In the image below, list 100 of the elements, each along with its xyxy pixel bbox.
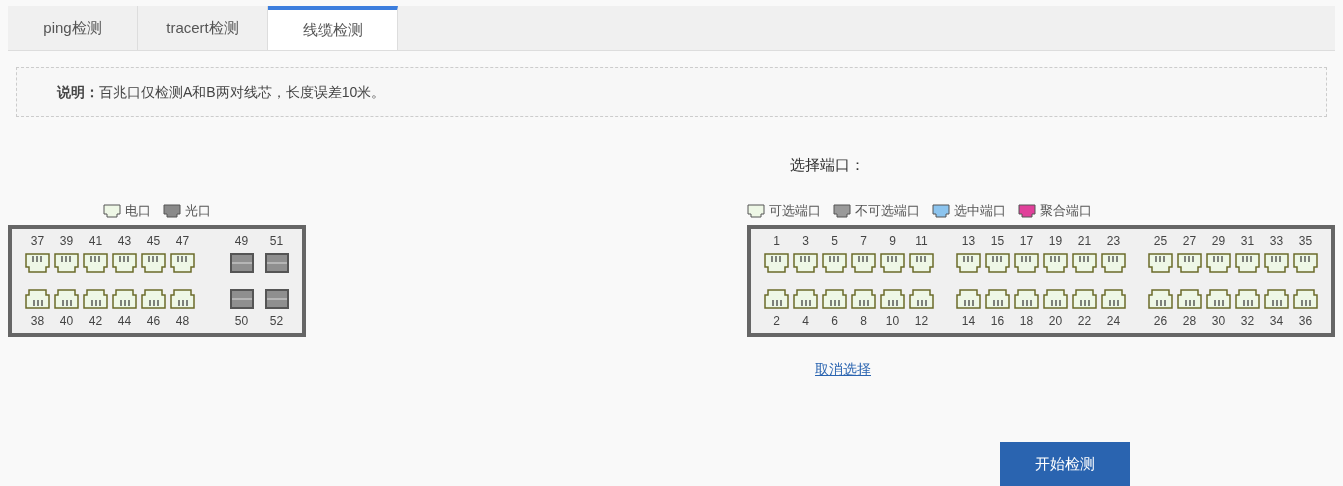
port-number: 18 <box>1019 312 1034 329</box>
port-number: 43 <box>117 232 132 249</box>
optical-port-icon[interactable] <box>264 252 289 273</box>
ethernet-port-icon[interactable] <box>1206 252 1231 273</box>
ethernet-port-icon[interactable] <box>1043 288 1068 309</box>
port-number: 15 <box>990 232 1005 249</box>
port-number: 25 <box>1153 232 1168 249</box>
ethernet-port-icon[interactable] <box>25 288 50 309</box>
ethernet-port-icon[interactable] <box>1148 288 1173 309</box>
port-number: 7 <box>860 232 867 249</box>
ethernet-port-icon[interactable] <box>985 252 1010 273</box>
start-check-button[interactable]: 开始检测 <box>1000 442 1130 486</box>
port-number: 44 <box>117 312 132 329</box>
port-number: 6 <box>831 312 838 329</box>
port-number: 14 <box>961 312 976 329</box>
port-number: 28 <box>1182 312 1197 329</box>
ethernet-port-icon[interactable] <box>1014 288 1039 309</box>
ethernet-port-icon[interactable] <box>1235 288 1260 309</box>
ethernet-port-icon[interactable] <box>1101 288 1126 309</box>
note-text: 说明：百兆口仅检测A和B两对线芯，长度误差10米。 <box>57 84 386 100</box>
ethernet-port-icon[interactable] <box>909 252 934 273</box>
port-number: 36 <box>1298 312 1313 329</box>
port-number: 27 <box>1182 232 1197 249</box>
port-number: 35 <box>1298 232 1313 249</box>
ethernet-port-icon[interactable] <box>83 288 108 309</box>
ethernet-port-icon[interactable] <box>1177 252 1202 273</box>
port-number: 10 <box>885 312 900 329</box>
ethernet-port-icon[interactable] <box>1293 288 1318 309</box>
ethernet-port-icon[interactable] <box>851 252 876 273</box>
cancel-selection-link[interactable]: 取消选择 <box>815 360 871 377</box>
legend-label: 电口 <box>125 202 151 220</box>
port-number: 8 <box>860 312 867 329</box>
ethernet-port-icon[interactable] <box>1072 252 1097 273</box>
port-legend-icon <box>103 203 121 218</box>
port-number: 22 <box>1077 312 1092 329</box>
ethernet-port-icon[interactable] <box>170 288 195 309</box>
port-number: 20 <box>1048 312 1063 329</box>
ethernet-port-icon[interactable] <box>83 252 108 273</box>
ethernet-port-icon[interactable] <box>764 288 789 309</box>
optical-port-icon[interactable] <box>229 252 254 273</box>
tab[interactable]: 线缆检测 <box>268 6 398 50</box>
ethernet-port-icon[interactable] <box>1264 288 1289 309</box>
ethernet-port-icon[interactable] <box>141 288 166 309</box>
port-number: 42 <box>88 312 103 329</box>
legend-label: 可选端口 <box>769 202 821 220</box>
ethernet-port-icon[interactable] <box>1148 252 1173 273</box>
port-number: 45 <box>146 232 161 249</box>
optical-port-icon[interactable] <box>264 288 289 309</box>
ethernet-port-icon[interactable] <box>1043 252 1068 273</box>
ethernet-port-icon[interactable] <box>956 288 981 309</box>
ethernet-port-icon[interactable] <box>112 252 137 273</box>
port-number: 49 <box>234 232 249 249</box>
port-number: 33 <box>1269 232 1284 249</box>
legend-label: 不可选端口 <box>855 202 920 220</box>
port-number: 19 <box>1048 232 1063 249</box>
port-legend-icon <box>833 203 851 218</box>
ethernet-port-icon[interactable] <box>1072 288 1097 309</box>
ethernet-port-icon[interactable] <box>54 288 79 309</box>
ethernet-port-icon[interactable] <box>1101 252 1126 273</box>
ethernet-port-icon[interactable] <box>170 252 195 273</box>
port-number: 1 <box>773 232 780 249</box>
ethernet-port-icon[interactable] <box>141 252 166 273</box>
ethernet-port-icon[interactable] <box>822 288 847 309</box>
port-legend-icon <box>1018 203 1036 218</box>
ethernet-port-icon[interactable] <box>880 288 905 309</box>
ethernet-port-icon[interactable] <box>793 252 818 273</box>
legend-label: 选中端口 <box>954 202 1006 220</box>
ethernet-port-icon[interactable] <box>764 252 789 273</box>
port-number: 30 <box>1211 312 1226 329</box>
ethernet-port-icon[interactable] <box>1235 252 1260 273</box>
ethernet-port-icon[interactable] <box>793 288 818 309</box>
ethernet-port-icon[interactable] <box>1177 288 1202 309</box>
port-number: 2 <box>773 312 780 329</box>
ethernet-port-icon[interactable] <box>1293 252 1318 273</box>
port-number: 50 <box>234 312 249 329</box>
ethernet-port-icon[interactable] <box>956 252 981 273</box>
ethernet-port-icon[interactable] <box>1014 252 1039 273</box>
port-number: 41 <box>88 232 103 249</box>
ethernet-port-icon[interactable] <box>54 252 79 273</box>
port-legend-icon <box>932 203 950 218</box>
legend-label: 光口 <box>185 202 211 220</box>
ethernet-port-icon[interactable] <box>822 252 847 273</box>
port-number: 26 <box>1153 312 1168 329</box>
port-number: 32 <box>1240 312 1255 329</box>
port-prompt-label: 选择端口： <box>790 156 865 173</box>
ethernet-port-icon[interactable] <box>1264 252 1289 273</box>
port-number: 47 <box>175 232 190 249</box>
ethernet-port-icon[interactable] <box>25 252 50 273</box>
port-number: 21 <box>1077 232 1092 249</box>
ethernet-port-icon[interactable] <box>909 288 934 309</box>
ethernet-port-icon[interactable] <box>1206 288 1231 309</box>
ethernet-port-icon[interactable] <box>880 252 905 273</box>
port-number: 23 <box>1106 232 1121 249</box>
ethernet-port-icon[interactable] <box>112 288 137 309</box>
port-number: 46 <box>146 312 161 329</box>
optical-port-icon[interactable] <box>229 288 254 309</box>
port-number: 31 <box>1240 232 1255 249</box>
ethernet-port-icon[interactable] <box>851 288 876 309</box>
port-number: 11 <box>915 232 928 249</box>
ethernet-port-icon[interactable] <box>985 288 1010 309</box>
